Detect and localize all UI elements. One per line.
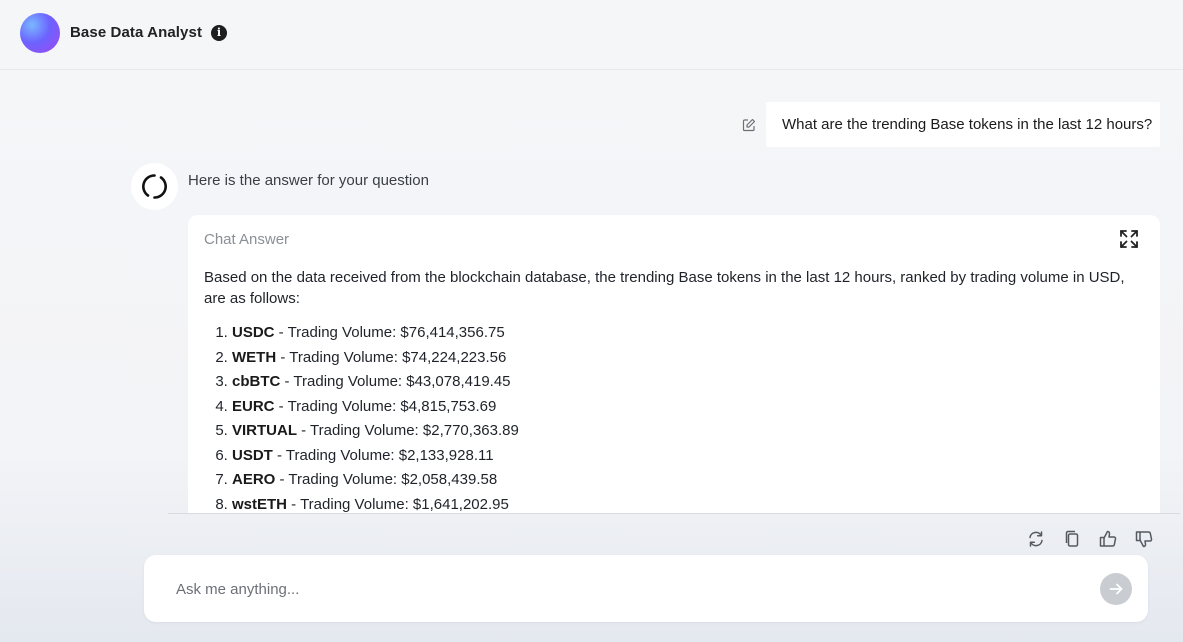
token-symbol: USDC (232, 324, 275, 341)
thumbs-up-icon[interactable] (1099, 529, 1117, 549)
list-item: AERO - Trading Volume: $2,058,439.58 (232, 468, 1144, 493)
list-item: cbBTC - Trading Volume: $43,078,419.45 (232, 370, 1144, 395)
header-bar: Base Data Analyst i (0, 0, 1183, 70)
token-symbol: AERO (232, 471, 276, 488)
token-symbol: cbBTC (232, 373, 281, 390)
list-item: USDC - Trading Volume: $76,414,356.75 (232, 321, 1144, 346)
arrow-right-icon (1109, 583, 1123, 595)
chat-input-box (144, 555, 1148, 622)
list-item: USDT - Trading Volume: $2,133,928.11 (232, 444, 1144, 469)
token-volume: - Trading Volume: $2,133,928.11 (272, 446, 494, 464)
token-symbol: VIRTUAL (232, 422, 297, 439)
app-title: Base Data Analyst (70, 24, 203, 41)
user-message-bubble: What are the trending Base tokens in the… (766, 102, 1160, 147)
token-list: USDC - Trading Volume: $76,414,356.75 WE… (204, 321, 1144, 513)
answer-intro: Based on the data received from the bloc… (204, 269, 1125, 307)
token-symbol: WETH (232, 348, 277, 366)
assistant-avatar (131, 163, 178, 210)
token-volume: - Trading Volume: $4,815,753.69 (274, 397, 497, 415)
app-logo (20, 13, 60, 53)
list-item: WETH - Trading Volume: $74,224,223.56 (232, 346, 1144, 371)
edit-icon[interactable] (742, 118, 756, 132)
copy-icon[interactable] (1063, 529, 1081, 549)
assistant-intro-text: Here is the answer for your question (188, 172, 429, 189)
divider (168, 513, 1180, 514)
list-item: VIRTUAL - Trading Volume: $2,770,363.89 (232, 419, 1144, 444)
token-volume: - Trading Volume: $76,414,356.75 (274, 324, 505, 341)
token-volume: - Trading Volume: $1,641,202.95 (287, 495, 509, 513)
expand-icon[interactable] (1119, 229, 1139, 249)
info-icon[interactable]: i (211, 25, 227, 41)
list-item: wstETH - Trading Volume: $1,641,202.95 (232, 493, 1144, 514)
token-volume: - Trading Volume: $2,770,363.89 (297, 422, 519, 439)
token-volume: - Trading Volume: $2,058,439.58 (275, 471, 498, 488)
card-label: Chat Answer (204, 231, 290, 248)
list-item: EURC - Trading Volume: $4,815,753.69 (232, 395, 1144, 420)
thumbs-down-icon[interactable] (1135, 529, 1153, 549)
token-symbol: USDT (232, 446, 273, 464)
spinner-icon (142, 174, 167, 199)
message-actions (0, 529, 1183, 549)
regenerate-icon[interactable] (1027, 529, 1045, 549)
send-button[interactable] (1100, 573, 1132, 605)
chat-input[interactable] (174, 575, 1078, 603)
answer-body: Based on the data received from the bloc… (204, 267, 1144, 513)
app-window: Base Data Analyst i What are the trendin… (0, 0, 1183, 642)
token-symbol: wstETH (232, 495, 288, 513)
token-symbol: EURC (232, 397, 275, 415)
token-volume: - Trading Volume: $43,078,419.45 (280, 373, 511, 390)
token-volume: - Trading Volume: $74,224,223.56 (276, 348, 507, 366)
chat-answer-card: Chat Answer Based on the data received f… (188, 215, 1160, 513)
